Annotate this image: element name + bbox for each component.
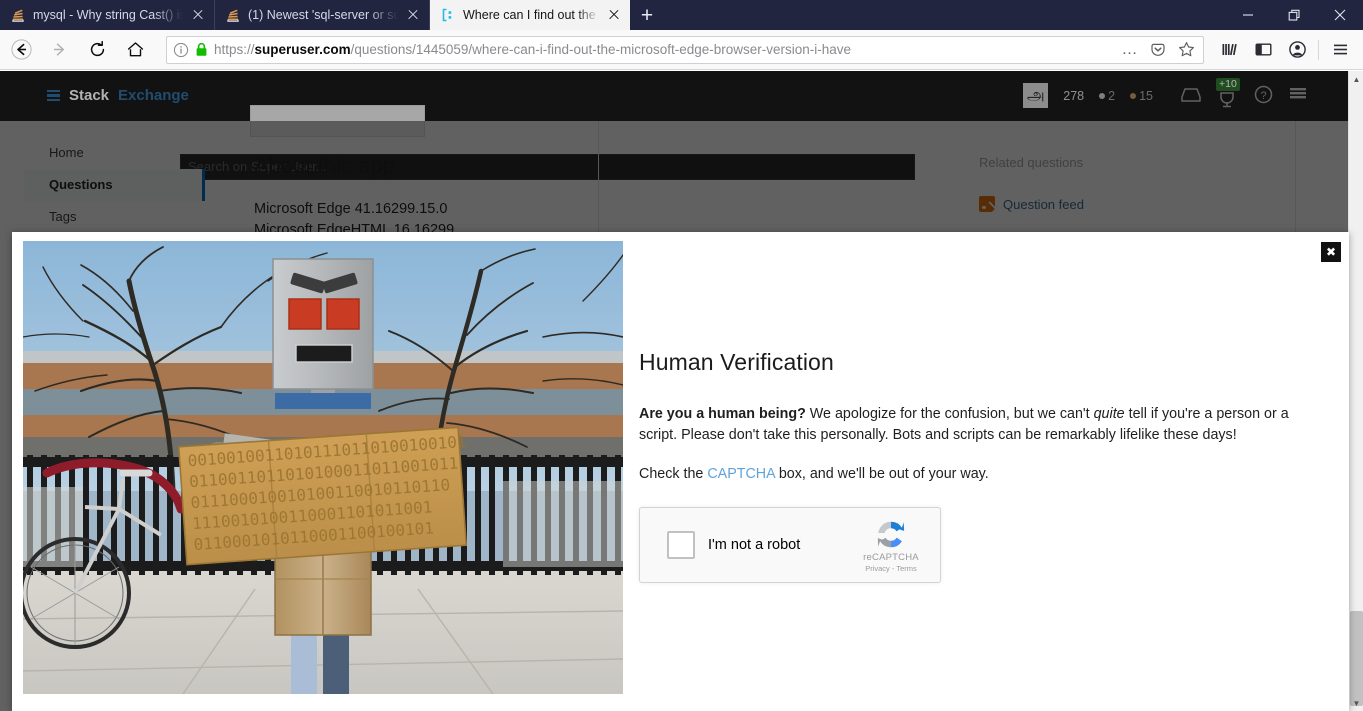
modal-content: Human Verification Are you a human being… xyxy=(626,241,1349,711)
new-tab-button[interactable]: + xyxy=(630,0,664,30)
recaptcha-label: I'm not a robot xyxy=(708,537,801,553)
minimize-icon[interactable] xyxy=(1225,0,1271,30)
browser-tab-3[interactable]: Where can I find out the Micros xyxy=(430,0,630,30)
tab-close-icon[interactable] xyxy=(405,7,421,23)
recaptcha-logo-icon xyxy=(877,521,905,548)
robot-costume-photo: 00100100110101110110100100101 0110011011… xyxy=(23,241,623,694)
tab-title: Where can I find out the Micros xyxy=(463,8,599,22)
recaptcha-widget[interactable]: I'm not a robot reCAPTCHA Privacy - Term… xyxy=(639,507,941,583)
padlock-icon xyxy=(195,42,208,57)
reload-icon[interactable] xyxy=(80,33,114,67)
human-text-italic: quite xyxy=(1093,406,1125,422)
home-icon[interactable] xyxy=(118,33,152,67)
tab-close-icon[interactable] xyxy=(190,7,206,23)
url-bar[interactable]: https://superuser.com/questions/1445059/… xyxy=(166,35,1204,64)
page-actions-icon[interactable]: … xyxy=(1119,39,1141,61)
modal-paragraph-1: Are you a human being? We apologize for … xyxy=(639,404,1309,446)
scroll-up-icon[interactable]: ▲ xyxy=(1349,71,1363,87)
modal-paragraph-2: Check the CAPTCHA box, and we'll be out … xyxy=(639,464,1309,485)
forward-arrow-icon[interactable] xyxy=(42,33,76,67)
toolbar-divider xyxy=(1318,39,1319,60)
recaptcha-brand: reCAPTCHA Privacy - Terms xyxy=(853,518,929,573)
toolbar-right xyxy=(1212,35,1363,65)
superuser-favicon xyxy=(440,7,456,23)
human-question-bold: Are you a human being? xyxy=(639,406,806,422)
browser-window: mysql - Why string Cast() is not (1) New… xyxy=(0,0,1363,711)
tab-strip: mysql - Why string Cast() is not (1) New… xyxy=(0,0,1363,30)
modal-title: Human Verification xyxy=(639,349,834,375)
browser-tab-2[interactable]: (1) Newest 'sql-server or sql or xyxy=(215,0,430,30)
tab-title: (1) Newest 'sql-server or sql or xyxy=(248,8,398,22)
pocket-icon[interactable] xyxy=(1147,39,1169,61)
browser-tab-1[interactable]: mysql - Why string Cast() is not xyxy=(0,0,215,30)
vertical-scrollbar[interactable]: ▲ ▼ xyxy=(1348,71,1363,711)
tab-close-icon[interactable] xyxy=(606,7,622,23)
url-text: https://superuser.com/questions/1445059/… xyxy=(214,42,852,57)
captcha-text-b: box, and we'll be out of your way. xyxy=(774,466,989,482)
window-controls xyxy=(1225,0,1363,30)
recaptcha-legal[interactable]: Privacy - Terms xyxy=(853,564,929,573)
back-arrow-icon[interactable] xyxy=(4,33,38,67)
star-icon[interactable] xyxy=(1175,39,1197,61)
hamburger-menu-icon[interactable] xyxy=(1323,35,1357,65)
stackoverflow-favicon xyxy=(225,7,241,23)
recaptcha-checkbox[interactable] xyxy=(667,531,695,559)
maximize-icon[interactable] xyxy=(1271,0,1317,30)
overlay-dim-top xyxy=(0,71,1348,121)
close-icon[interactable] xyxy=(1317,0,1363,30)
navigation-toolbar: https://superuser.com/questions/1445059/… xyxy=(0,30,1363,70)
stackoverflow-favicon xyxy=(10,7,26,23)
human-verification-modal: ✖ 00100100110101110110100100101 01100110… xyxy=(12,232,1349,711)
library-icon[interactable] xyxy=(1212,35,1246,65)
sidebar-icon[interactable] xyxy=(1246,35,1280,65)
scrollbar-thumb[interactable] xyxy=(1350,611,1363,706)
captcha-text-a: Check the xyxy=(639,466,708,482)
human-text-a: We apologize for the confusion, but we c… xyxy=(805,406,1094,422)
captcha-link[interactable]: CAPTCHA xyxy=(707,466,775,482)
page-info-icon[interactable] xyxy=(173,42,189,58)
recaptcha-brand-name: reCAPTCHA xyxy=(863,552,919,563)
scroll-down-icon[interactable]: ▼ xyxy=(1349,695,1363,711)
account-icon[interactable] xyxy=(1280,35,1314,65)
tab-title: mysql - Why string Cast() is not xyxy=(33,8,183,22)
